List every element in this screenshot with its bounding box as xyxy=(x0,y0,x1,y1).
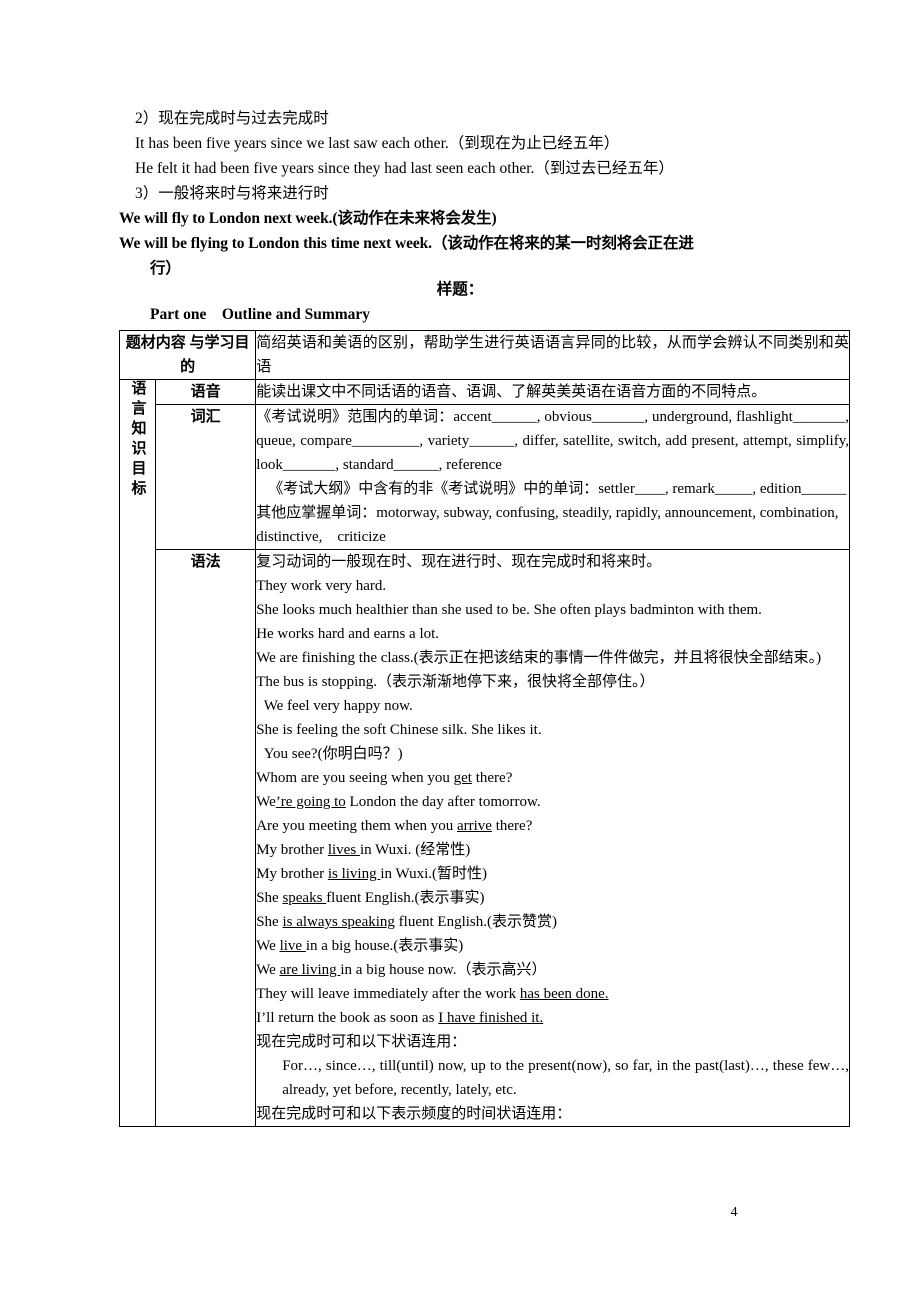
underlined-phrase: speaks xyxy=(282,890,327,906)
grammar-line: We’re going to London the day after tomo… xyxy=(256,794,541,810)
grammar-line: We feel very happy now. xyxy=(256,698,413,714)
prose-line-2: It has been five years since we last saw… xyxy=(135,135,620,152)
cell-topic-content: 简绍英语和美语的区别，帮助学生进行英语语言异同的比较，从而学会辨认不同类别和英语 xyxy=(255,330,850,380)
grammar-line: They work very hard. xyxy=(256,578,387,594)
cell-pronunciation-label: 语音 xyxy=(155,379,257,405)
grammar-line: She looks much healthier than she used t… xyxy=(256,602,762,618)
grammar-line: Whom are you seeing when you get there? xyxy=(256,770,513,786)
underlined-phrase: has been done. xyxy=(519,986,609,1002)
cell-grammar-label: 语法 xyxy=(155,549,257,1127)
underlined-phrase: are living xyxy=(279,962,341,978)
grammar-line-list: 复习动词的一般现在时、现在进行时、现在完成时和将来时。 They work ver… xyxy=(256,550,849,1126)
intro-prose-block: 2）现在完成时与过去完成时 It has been five years sin… xyxy=(119,106,849,281)
grammar-line: He works hard and earns a lot. xyxy=(256,626,440,642)
prose-line-5: We will fly to London next week.(该动作在未来将… xyxy=(119,210,497,227)
prose-line-1: 2）现在完成时与过去完成时 xyxy=(135,110,329,127)
underlined-phrase: get xyxy=(453,770,472,786)
prose-line-4: 3）一般将来时与将来进行时 xyxy=(135,185,329,202)
grammar-line: We live in a big house.(表示事实) xyxy=(256,938,464,954)
page-number: 4 xyxy=(0,1205,920,1221)
grammar-line: She is feeling the soft Chinese silk. Sh… xyxy=(256,722,542,738)
vocabulary-line: 其他应掌握单词：motorway, subway, confusing, ste… xyxy=(256,505,843,545)
grammar-line: They will leave immediately after the wo… xyxy=(256,986,609,1002)
grammar-line: 现在完成时可和以下状语连用： xyxy=(256,1034,467,1050)
underlined-phrase: arrive xyxy=(456,818,492,834)
grammar-line: Are you meeting them when you arrive the… xyxy=(256,818,533,834)
grammar-line: 复习动词的一般现在时、现在进行时、现在完成时和将来时。 xyxy=(256,554,662,570)
cell-pronunciation-content: 能读出课文中不同话语的语音、语调、了解英美英语在语音方面的不同特点。 xyxy=(255,379,850,405)
grammar-line: We are finishing the class.(表示正在把该结束的事情一… xyxy=(256,650,822,666)
vocabulary-line: 《考试大纲》中含有的非《考试说明》中的单词：settler____, remar… xyxy=(268,481,847,497)
grammar-line: We are living in a big house now.（表示高兴） xyxy=(256,962,547,978)
underlined-phrase: I have finished it. xyxy=(438,1010,544,1026)
document-page: 2）现在完成时与过去完成时 It has been five years sin… xyxy=(0,0,920,1302)
table-row-pronunciation: 语言知识目标 语音 能读出课文中不同话语的语音、语调、了解英美英语在语音方面的不… xyxy=(118,379,850,1127)
underlined-phrase: is always speaking xyxy=(282,914,395,930)
sample-title: 样题： xyxy=(436,281,484,298)
grammar-line: You see?(你明白吗？) xyxy=(256,746,403,762)
grammar-line: 现在完成时可和以下表示频度的时间状语连用： xyxy=(256,1106,572,1122)
cell-topic-label: 题材内容 与学习目的 xyxy=(118,330,257,380)
cell-grammar-content: 复习动词的一般现在时、现在进行时、现在完成时和将来时。 They work ver… xyxy=(255,549,850,1127)
grammar-line: She speaks fluent English.(表示事实) xyxy=(256,890,485,906)
table-row-topic: 题材内容 与学习目的 简绍英语和美语的区别，帮助学生进行英语语言异同的比较，从而… xyxy=(118,330,850,380)
prose-line-6: We will be flying to London this time ne… xyxy=(119,235,694,252)
grammar-line: The bus is stopping.（表示渐渐地停下来，很快将全部停住。） xyxy=(256,674,655,690)
cell-vertical-label: 语言知识目标 xyxy=(118,379,157,1127)
page-number-text: 4 xyxy=(730,1205,738,1220)
part-one-heading: Part one Outline and Summary xyxy=(150,306,371,323)
underlined-phrase: ’re going to xyxy=(275,794,346,810)
cell-vocabulary-content: 《考试说明》范围内的单词：accent______, obvious______… xyxy=(255,404,853,550)
table-row-grammar: 语法 复习动词的一般现在时、现在进行时、现在完成时和将来时。 They work … xyxy=(120,549,850,1127)
vertical-label-text: 语言知识目标 xyxy=(129,380,146,500)
outline-summary-table: 题材内容 与学习目的 简绍英语和美语的区别，帮助学生进行英语语言异同的比较，从而… xyxy=(118,330,853,1127)
grammar-line: She is always speaking fluent English.(表… xyxy=(256,914,557,930)
grammar-line: My brother lives in Wuxi. (经常性) xyxy=(256,842,471,858)
underlined-phrase: live xyxy=(279,938,306,954)
underlined-phrase: is living xyxy=(327,866,381,882)
grammar-line: I’ll return the book as soon as I have f… xyxy=(256,1010,544,1026)
grammar-line: My brother is living in Wuxi.(暂时性) xyxy=(256,866,487,882)
table-row-vocabulary: 词汇 《考试说明》范围内的单词：accent______, obvious___… xyxy=(120,404,853,550)
cell-vocabulary-label: 词汇 xyxy=(155,404,257,550)
vocabulary-line: 《考试说明》范围内的单词：accent______, obvious______… xyxy=(256,409,853,473)
pronunciation-content-text: 能读出课文中不同话语的语音、语调、了解英美英语在语音方面的不同特点。 xyxy=(256,384,767,400)
prose-line-3: He felt it had been five years since the… xyxy=(135,160,674,177)
topic-content-text: 简绍英语和美语的区别，帮助学生进行英语语言异同的比较，从而学会辨认不同类别和英语 xyxy=(256,335,849,375)
grammar-line: For…, since…, till(until) now, up to the… xyxy=(282,1058,853,1098)
underlined-phrase: lives xyxy=(327,842,360,858)
